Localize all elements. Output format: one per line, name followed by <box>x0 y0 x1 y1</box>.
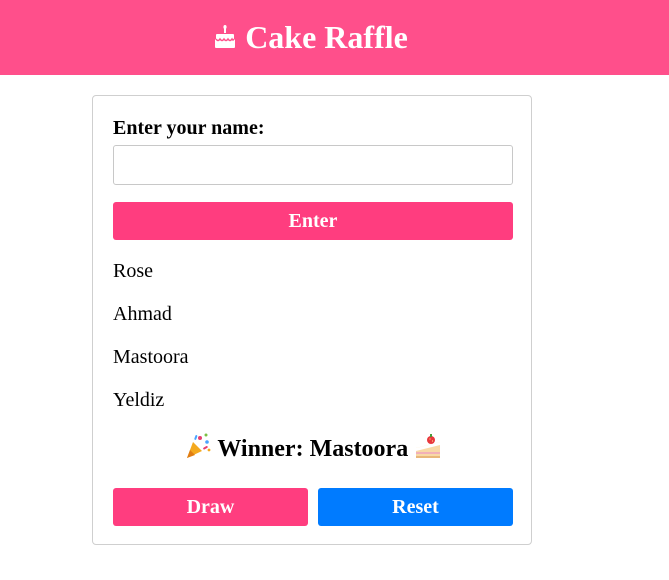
participant-item: Mastoora <box>113 346 189 368</box>
participant-item: Yeldiz <box>113 389 165 411</box>
name-label: Enter your name: <box>113 117 265 139</box>
page-title: Cake Raffle <box>245 19 408 55</box>
draw-button[interactable]: Draw <box>113 488 308 526</box>
enter-button[interactable]: Enter <box>113 202 513 240</box>
shortcake-icon <box>414 432 442 460</box>
participant-item: Rose <box>113 260 153 282</box>
winner-announcement: Winner: Mastoora <box>93 432 533 465</box>
app-header: Cake Raffle <box>0 0 669 75</box>
birthday-cake-icon <box>215 24 236 49</box>
party-popper-icon <box>184 432 212 460</box>
name-input[interactable] <box>113 145 513 185</box>
raffle-card: Enter your name: Enter Rose Ahmad Mastoo… <box>92 95 532 545</box>
header-title-group: Cake Raffle <box>215 19 408 56</box>
reset-button[interactable]: Reset <box>318 488 513 526</box>
winner-text: Winner: Mastoora <box>217 436 409 462</box>
participant-list: Rose Ahmad Mastoora Yeldiz <box>113 259 513 431</box>
participant-item: Ahmad <box>113 303 172 325</box>
